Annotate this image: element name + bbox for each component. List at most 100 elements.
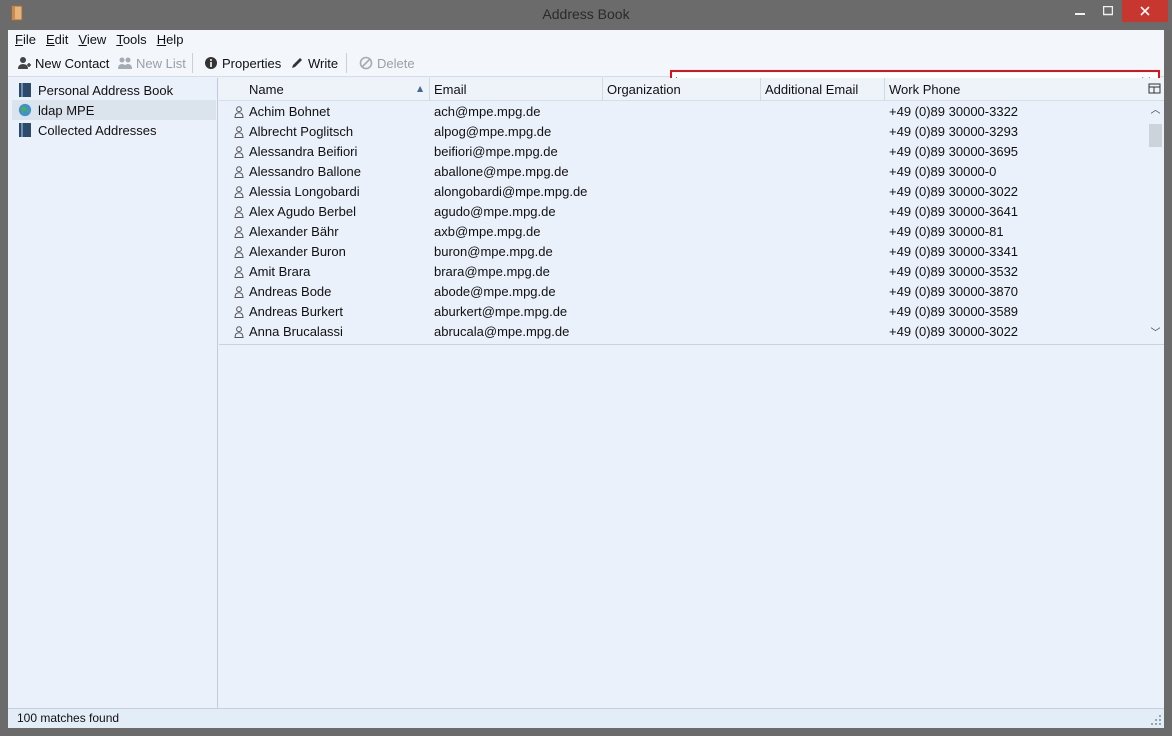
toolbar-separator [346, 53, 347, 73]
column-header-work-phone[interactable]: Work Phone [884, 78, 1146, 101]
contact-person-icon [234, 126, 244, 138]
cell-work-phone: +49 (0)89 30000-3341 [889, 244, 1019, 259]
table-row[interactable]: Alessandro Ballone aballone@mpe.mpg.de +49… [219, 162, 1147, 182]
cell-name: Alessia Longobardi [249, 184, 360, 199]
table-row[interactable]: Andreas Burkert aburkert@mpe.mpg.de +49 (0… [219, 302, 1147, 322]
address-book-icon [19, 123, 31, 137]
menu-view[interactable]: View [73, 31, 111, 49]
cell-name: Andreas Bode [249, 284, 332, 299]
sidebar-item-label: Personal Address Book [38, 82, 174, 98]
menu-file[interactable]: File [10, 31, 41, 49]
write-button[interactable]: Write [290, 53, 338, 73]
table-row[interactable]: Alessia Longobardi alongobardi@mpe.mpg.de… [219, 182, 1147, 202]
contact-detail-pane [219, 346, 1164, 708]
cell-work-phone: +49 (0)89 30000-0 [889, 164, 997, 179]
cell-email: brara@mpe.mpg.de [434, 264, 550, 279]
cell-work-phone: +49 (0)89 30000-3322 [889, 104, 1019, 119]
contact-person-icon [234, 246, 244, 258]
toolbar-separator [192, 53, 193, 73]
cell-email: beifiori@mpe.mpg.de [434, 144, 558, 159]
cell-work-phone: +49 (0)89 30000-3870 [889, 284, 1019, 299]
results-scrollbar[interactable]: ︿ ﹀ [1147, 101, 1164, 344]
column-header-email[interactable]: Email [429, 78, 602, 101]
contact-person-icon [234, 306, 244, 318]
cell-work-phone: +49 (0)89 30000-81 [889, 224, 1004, 239]
table-row[interactable]: Albrecht Poglitsch alpog@mpe.mpg.de +49 (0… [219, 122, 1147, 142]
ldap-globe-icon [18, 103, 32, 117]
cell-email: buron@mpe.mpg.de [434, 244, 553, 259]
delete-button[interactable]: Delete [359, 53, 415, 73]
contact-person-icon [234, 146, 244, 158]
menu-help[interactable]: Help [152, 31, 189, 49]
contact-person-icon [234, 106, 244, 118]
match-count: 100 matches found [17, 711, 120, 725]
cell-email: abode@mpe.mpg.de [434, 284, 556, 299]
cell-email: ach@mpe.mpg.de [434, 104, 541, 119]
column-header-name[interactable]: Name [245, 78, 429, 101]
properties-button[interactable]: Properties [204, 53, 281, 73]
table-row[interactable]: Alexander Bähr axb@mpe.mpg.de +49 (0)89 30… [219, 222, 1147, 242]
new-contact-icon [18, 57, 31, 69]
maximize-icon [1103, 6, 1113, 16]
scroll-up-icon[interactable]: ︿ [1147, 103, 1164, 119]
maximize-button[interactable] [1094, 0, 1122, 22]
contact-person-icon [234, 206, 244, 218]
sort-ascending-icon: ▲ [417, 84, 424, 93]
contact-person-icon [234, 286, 244, 298]
cell-name: Alessandro Ballone [249, 164, 362, 179]
cell-email: axb@mpe.mpg.de [434, 224, 541, 239]
cell-email: agudo@mpe.mpg.de [434, 204, 556, 219]
cell-name: Alexander Buron [249, 244, 346, 259]
close-window-button[interactable] [1122, 0, 1168, 22]
table-row[interactable]: Alexander Buron buron@mpe.mpg.de +49 (0)89… [219, 242, 1147, 262]
table-row[interactable]: Achim Bohnet ach@mpe.mpg.de +49 (0)89 3000… [219, 102, 1147, 122]
minimize-button[interactable] [1066, 0, 1094, 22]
cell-work-phone: +49 (0)89 30000-3293 [889, 124, 1019, 139]
contact-person-icon [234, 266, 244, 278]
contact-person-icon [234, 166, 244, 178]
table-row[interactable]: Alex Agudo Berbel agudo@mpe.mpg.de +49 (0)… [219, 202, 1147, 222]
contact-person-icon [234, 186, 244, 198]
cell-work-phone: +49 (0)89 30000-3022 [889, 324, 1019, 339]
new-list-button[interactable]: New List [118, 53, 186, 73]
contact-person-icon [234, 226, 244, 238]
table-row[interactable]: Alessandra Beifiori beifiori@mpe.mpg.de +4… [219, 142, 1147, 162]
column-picker-icon[interactable] [1148, 82, 1162, 96]
address-books-sidebar: Personal Address Book ldap MPE Collected… [8, 78, 218, 708]
cell-work-phone: +49 (0)89 30000-3589 [889, 304, 1019, 319]
toolbar: New Contact New List Properties Write De… [8, 50, 1164, 95]
contact-person-icon [234, 326, 244, 338]
resize-grip-icon[interactable] [1150, 714, 1162, 726]
cell-name: Alessandra Beifiori [249, 144, 358, 159]
status-bar: 100 matches found [8, 708, 1164, 728]
menu-bar: File Edit View Tools Help [8, 30, 1164, 50]
contacts-list: Achim Bohnet ach@mpe.mpg.de +49 (0)89 3000… [219, 102, 1147, 344]
column-header-additional-email[interactable]: Additional Email [760, 78, 884, 101]
scrollbar-thumb[interactable] [1149, 124, 1162, 147]
sidebar-item-personal-address-book[interactable]: Personal Address Book [12, 80, 216, 100]
table-row[interactable]: Amit Brara brara@mpe.mpg.de +49 (0)89 3000… [219, 262, 1147, 282]
column-header-row: Name ▲ Email Organization Additional Ema… [219, 78, 1164, 101]
info-icon [205, 57, 217, 69]
menu-edit[interactable]: Edit [41, 31, 73, 49]
menu-tools[interactable]: Tools [111, 31, 151, 49]
column-header-organization[interactable]: Organization [602, 78, 760, 101]
cell-email: aballone@mpe.mpg.de [434, 164, 569, 179]
cell-name: Amit Brara [249, 264, 311, 279]
title-bar: Address Book [0, 0, 1172, 30]
new-contact-button[interactable]: New Contact [17, 53, 109, 73]
delete-icon [359, 56, 373, 70]
table-row[interactable]: Andreas Bode abode@mpe.mpg.de +49 (0)89 30… [219, 282, 1147, 302]
cell-name: Albrecht Poglitsch [249, 124, 354, 139]
sidebar-item-collected-addresses[interactable]: Collected Addresses [12, 120, 216, 140]
sidebar-item-label: Collected Addresses [38, 122, 157, 138]
table-row[interactable]: Anna Brucalassi abrucala@mpe.mpg.de +49 (0… [219, 322, 1147, 342]
minimize-icon [1075, 13, 1085, 15]
cell-email: abrucala@mpe.mpg.de [434, 324, 570, 339]
new-list-icon [118, 57, 132, 69]
scroll-down-icon[interactable]: ﹀ [1147, 326, 1164, 342]
address-book-icon [19, 83, 31, 97]
cell-email: aburkert@mpe.mpg.de [434, 304, 568, 319]
cell-work-phone: +49 (0)89 30000-3641 [889, 204, 1019, 219]
sidebar-item-ldap-mpe[interactable]: ldap MPE [12, 100, 216, 120]
